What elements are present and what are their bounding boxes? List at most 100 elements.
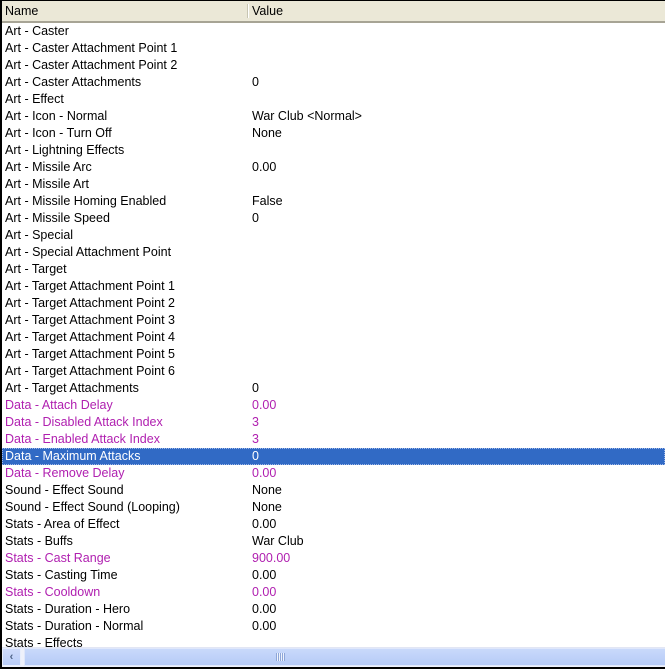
property-value: None bbox=[252, 500, 282, 514]
property-name: Art - Missile Speed bbox=[5, 211, 110, 225]
table-row[interactable]: Stats - Cast Range 900.00 bbox=[2, 550, 665, 567]
property-value: 0.00 bbox=[252, 585, 277, 599]
table-row[interactable]: Art - Caster Attachment Point 2 bbox=[2, 57, 665, 74]
property-value: 0 bbox=[252, 75, 259, 89]
property-value: 0.00 bbox=[252, 517, 277, 531]
table-row[interactable]: Stats - Cooldown 0.00 bbox=[2, 584, 665, 601]
property-name: Data - Enabled Attack Index bbox=[5, 432, 160, 446]
property-name: Stats - Duration - Hero bbox=[5, 602, 131, 616]
table-row[interactable]: Art - Target Attachment Point 1 bbox=[2, 278, 665, 295]
table-row[interactable]: Stats - Buffs War Club bbox=[2, 533, 665, 550]
table-row[interactable]: Art - Missile Speed 0 bbox=[2, 210, 665, 227]
property-name: Art - Special bbox=[5, 228, 74, 242]
property-value: False bbox=[252, 194, 283, 208]
table-row[interactable]: Data - Attach Delay 0.00 bbox=[2, 397, 665, 414]
horizontal-scrollbar[interactable]: ‹ bbox=[2, 647, 665, 667]
property-name: Art - Lightning Effects bbox=[5, 143, 125, 157]
property-value bbox=[250, 142, 665, 159]
property-value bbox=[250, 57, 665, 74]
property-name: Art - Target Attachment Point 1 bbox=[5, 279, 175, 293]
property-value bbox=[250, 261, 665, 278]
table-row[interactable]: Art - Target bbox=[2, 261, 665, 278]
property-value: War Club <Normal> bbox=[252, 109, 362, 123]
table-row[interactable]: Data - Disabled Attack Index 3 bbox=[2, 414, 665, 431]
property-value bbox=[250, 40, 665, 57]
property-value: War Club bbox=[252, 534, 304, 548]
property-value: 3 bbox=[252, 432, 259, 446]
property-value: None bbox=[252, 126, 282, 140]
property-value bbox=[250, 363, 665, 380]
scroll-left-button[interactable]: ‹ bbox=[2, 648, 21, 666]
chevron-left-icon: ‹ bbox=[9, 651, 14, 663]
table-row[interactable]: Art - Missile Art bbox=[2, 176, 665, 193]
property-value bbox=[250, 312, 665, 329]
table-row[interactable]: Art - Effect bbox=[2, 91, 665, 108]
column-header-name[interactable]: Name bbox=[2, 1, 248, 21]
property-name: Stats - Buffs bbox=[5, 534, 73, 548]
property-name: Art - Caster Attachment Point 1 bbox=[5, 41, 178, 55]
table-row[interactable]: Sound - Effect Sound (Looping) None bbox=[2, 499, 665, 516]
property-name: Stats - Duration - Normal bbox=[5, 619, 144, 633]
property-name: Art - Target Attachment Point 4 bbox=[5, 330, 175, 344]
table-row[interactable]: Art - Target Attachment Point 2 bbox=[2, 295, 665, 312]
table-row[interactable]: Stats - Duration - Normal 0.00 bbox=[2, 618, 665, 635]
property-name: Art - Target Attachment Point 5 bbox=[5, 347, 175, 361]
table-row[interactable]: Art - Target Attachments 0 bbox=[2, 380, 665, 397]
table-row[interactable]: Art - Target Attachment Point 5 bbox=[2, 346, 665, 363]
property-name: Art - Target Attachment Point 3 bbox=[5, 313, 175, 327]
table-row[interactable]: Art - Icon - Turn Off None bbox=[2, 125, 665, 142]
table-row[interactable]: Art - Target Attachment Point 3 bbox=[2, 312, 665, 329]
property-name: Art - Target bbox=[5, 262, 67, 276]
property-value: 0 bbox=[252, 449, 259, 463]
column-header-value[interactable]: Value bbox=[248, 1, 665, 21]
table-row[interactable]: Art - Target Attachment Point 6 bbox=[2, 363, 665, 380]
property-value bbox=[250, 176, 665, 193]
property-value: 0.00 bbox=[252, 160, 277, 174]
table-row[interactable]: Art - Lightning Effects bbox=[2, 142, 665, 159]
property-name: Sound - Effect Sound (Looping) bbox=[5, 500, 180, 514]
table-row[interactable]: Data - Remove Delay 0.00 bbox=[2, 465, 665, 482]
table-row[interactable]: Data - Enabled Attack Index 3 bbox=[2, 431, 665, 448]
table-row[interactable]: Art - Caster bbox=[2, 23, 665, 40]
table-row[interactable]: Art - Target Attachment Point 4 bbox=[2, 329, 665, 346]
property-name: Art - Target Attachment Point 6 bbox=[5, 364, 175, 378]
property-value: None bbox=[252, 483, 282, 497]
property-rows: Art - Caster Art - Caster Attachment Poin… bbox=[2, 23, 665, 648]
table-row[interactable]: Stats - Duration - Hero 0.00 bbox=[2, 601, 665, 618]
property-value bbox=[250, 23, 665, 40]
property-name: Art - Icon - Normal bbox=[5, 109, 108, 123]
property-value: 0.00 bbox=[252, 602, 277, 616]
property-value: 0.00 bbox=[252, 568, 277, 582]
table-row-selected[interactable]: Data - Maximum Attacks 0 bbox=[2, 448, 665, 465]
grip-icon bbox=[275, 653, 285, 661]
property-value bbox=[250, 329, 665, 346]
object-editor-property-list: Name Value Art - Caster Art - Caster Atta… bbox=[0, 0, 665, 669]
table-row[interactable]: Stats - Casting Time 0.00 bbox=[2, 567, 665, 584]
property-value: 3 bbox=[252, 415, 259, 429]
scrollbar-thumb[interactable] bbox=[24, 648, 665, 666]
property-value: 0 bbox=[252, 381, 259, 395]
table-row[interactable]: Art - Caster Attachments 0 bbox=[2, 74, 665, 91]
table-row[interactable]: Art - Special Attachment Point bbox=[2, 244, 665, 261]
table-row[interactable]: Stats - Area of Effect 0.00 bbox=[2, 516, 665, 533]
table-row[interactable]: Art - Special bbox=[2, 227, 665, 244]
property-name: Stats - Cast Range bbox=[5, 551, 111, 565]
list-header: Name Value bbox=[2, 1, 665, 23]
property-name: Art - Special Attachment Point bbox=[5, 245, 172, 259]
property-name: Data - Maximum Attacks bbox=[5, 449, 141, 463]
property-name: Art - Missile Arc bbox=[5, 160, 92, 174]
property-value: 900.00 bbox=[252, 551, 291, 565]
table-row[interactable]: Art - Missile Homing Enabled False bbox=[2, 193, 665, 210]
table-row[interactable]: Sound - Effect Sound None bbox=[2, 482, 665, 499]
property-name: Art - Effect bbox=[5, 92, 64, 106]
property-name: Data - Attach Delay bbox=[5, 398, 113, 412]
table-row[interactable]: Art - Missile Arc 0.00 bbox=[2, 159, 665, 176]
property-value bbox=[250, 346, 665, 363]
property-value: 0.00 bbox=[252, 398, 277, 412]
table-row[interactable]: Art - Icon - Normal War Club <Normal> bbox=[2, 108, 665, 125]
property-name: Data - Remove Delay bbox=[5, 466, 125, 480]
property-name: Art - Target Attachment Point 2 bbox=[5, 296, 175, 310]
table-row[interactable]: Art - Caster Attachment Point 1 bbox=[2, 40, 665, 57]
property-value bbox=[250, 91, 665, 108]
property-name: Sound - Effect Sound bbox=[5, 483, 124, 497]
